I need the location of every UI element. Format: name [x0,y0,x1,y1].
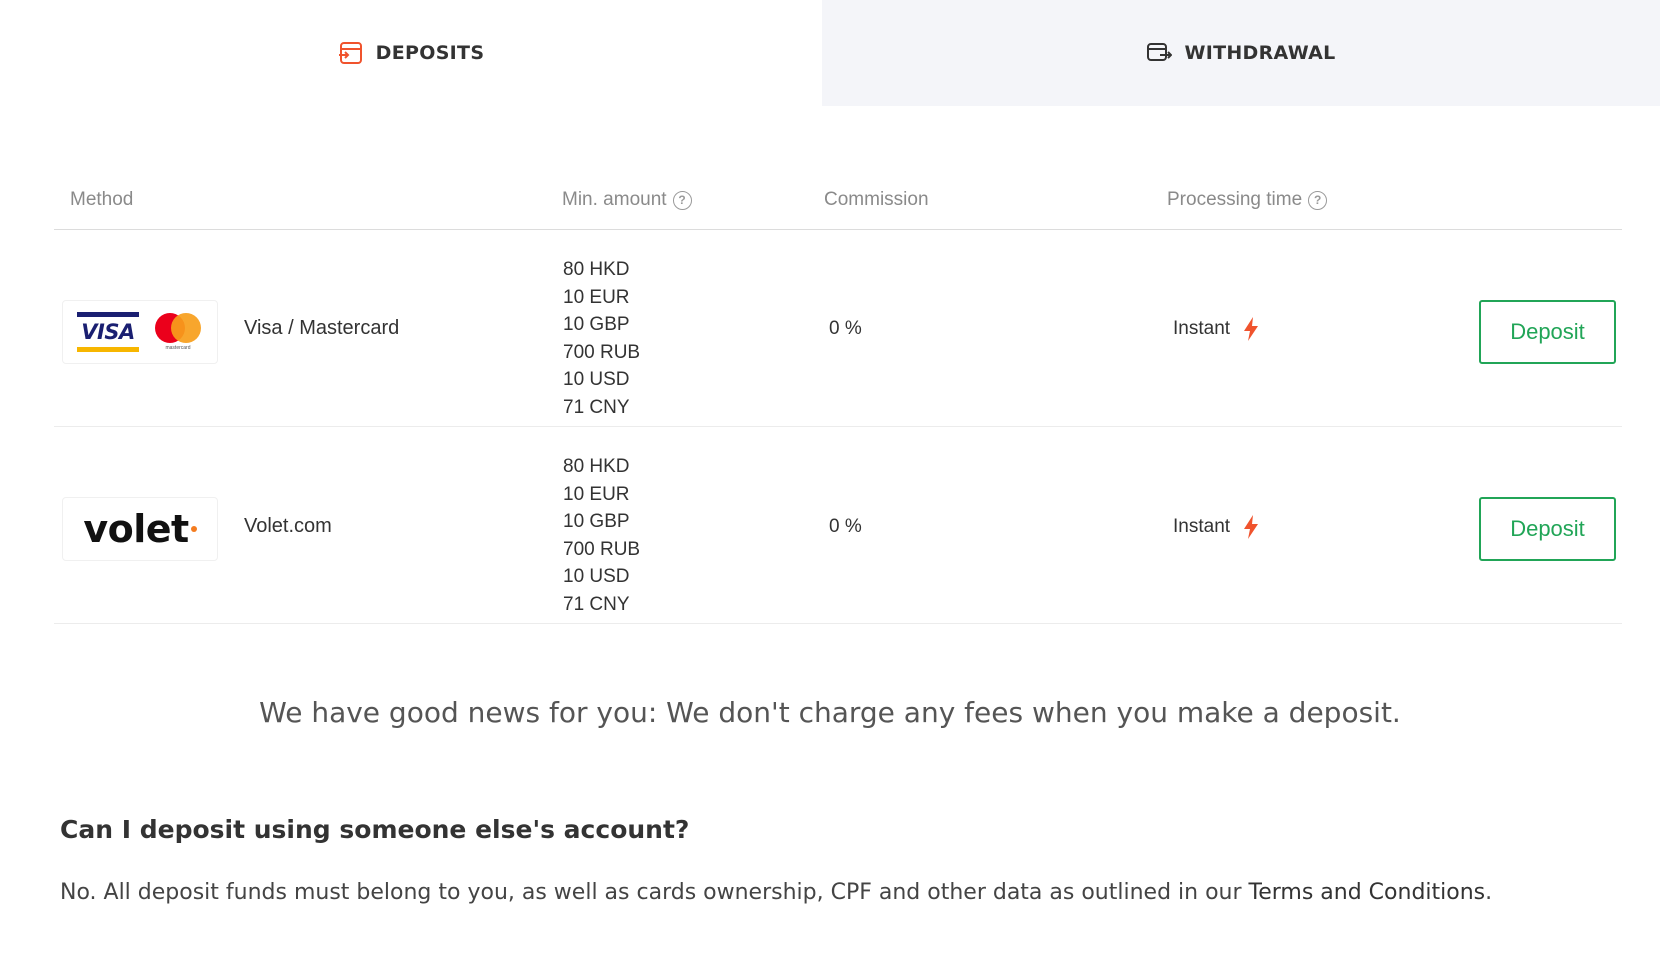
faq-answer-text: No. All deposit funds must belong to you… [60,880,1249,905]
payment-methods-table: Method Min. amount ? Commission Processi… [54,176,1622,624]
method-name: Volet.com [244,515,332,537]
help-icon[interactable]: ? [672,190,692,210]
tab-deposits[interactable]: DEPOSITS [0,0,822,106]
min-amount-item: 700 RUB [563,538,641,560]
tab-bar: DEPOSITS WITHDRAWAL [0,0,1660,106]
table-row: volet Volet.com 80 HKD 10 EUR 10 GBP 700… [54,427,1622,624]
min-amount-item: 10 GBP [563,511,630,533]
visa-logo-text: VISA [81,320,135,344]
lightning-bolt-icon [1242,514,1260,540]
deposit-button[interactable]: Deposit [1479,300,1616,364]
deposit-card-icon [338,41,364,65]
faq-answer: No. All deposit funds must belong to you… [60,880,1492,905]
header-min-amount-label: Min. amount [562,189,667,210]
visa-mastercard-logo: VISA mastercard [62,300,218,364]
method-name: Visa / Mastercard [244,317,400,339]
header-min-amount: Min. amount ? [562,189,692,211]
commission-value: 0 % [829,516,862,537]
header-commission-label: Commission [824,189,929,210]
min-amount-item: 80 HKD [563,456,630,477]
help-icon[interactable]: ? [1308,190,1328,210]
header-method-label: Method [70,189,134,210]
processing-time: Instant [1173,514,1260,540]
volet-logo: volet [62,497,218,561]
min-amount-item: 10 USD [563,369,630,391]
processing-time: Instant [1173,316,1260,342]
no-fees-notice: We have good news for you: We don't char… [259,696,1401,729]
tab-withdrawal[interactable]: WITHDRAWAL [822,0,1660,106]
withdrawal-card-icon [1146,41,1173,65]
faq-question: Can I deposit using someone else's accou… [60,815,690,844]
min-amount-list: 80 HKD 10 EUR 10 GBP 700 RUB 10 USD 71 C… [563,256,640,422]
terms-and-conditions-link[interactable]: Terms and Conditions [1249,880,1486,905]
visa-logo: VISA [77,312,139,352]
min-amount-item: 10 GBP [563,314,630,336]
table-header: Method Min. amount ? Commission Processi… [54,176,1622,230]
min-amount-item: 10 EUR [563,286,630,308]
min-amount-item: 71 CNY [563,396,630,418]
min-amount-item: 71 CNY [563,593,630,615]
header-method: Method [70,189,133,211]
deposit-button[interactable]: Deposit [1479,497,1616,561]
header-processing-time: Processing time ? [1167,189,1328,211]
processing-time-label: Instant [1173,318,1231,339]
min-amount-item: 80 HKD [563,259,630,280]
header-processing-time-label: Processing time [1167,189,1303,210]
tab-withdrawal-label: WITHDRAWAL [1184,42,1336,64]
faq-answer-end: . [1485,880,1493,905]
tab-deposits-label: DEPOSITS [375,42,485,64]
header-commission: Commission [824,189,929,211]
processing-time-label: Instant [1173,516,1231,537]
min-amount-item: 700 RUB [563,341,641,363]
min-amount-item: 10 USD [563,566,630,588]
mastercard-logo: mastercard [153,312,203,352]
commission-value: 0 % [829,318,862,339]
mastercard-logo-text: mastercard [165,345,191,351]
lightning-bolt-icon [1242,316,1260,342]
min-amount-item: 10 EUR [563,483,630,505]
volet-logo-text: volet [83,507,189,551]
table-row: VISA mastercard Visa / Mastercard 80 HKD… [54,230,1622,427]
min-amount-list: 80 HKD 10 EUR 10 GBP 700 RUB 10 USD 71 C… [563,453,640,619]
